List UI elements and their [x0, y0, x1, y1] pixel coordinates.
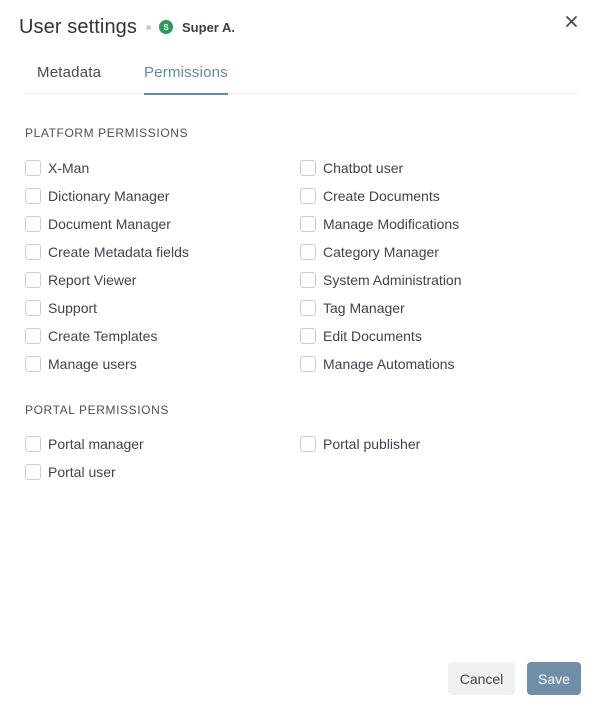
permission-checkbox[interactable]	[300, 356, 316, 372]
dialog-footer: Cancel Save	[448, 662, 581, 695]
permission-x-man[interactable]: X-Man	[25, 154, 89, 182]
permission-manage-users[interactable]: Manage users	[25, 350, 137, 378]
permission-row: Document Manager Manage Modifications	[25, 210, 585, 238]
permission-checkbox[interactable]	[300, 188, 316, 204]
permission-checkbox[interactable]	[25, 300, 41, 316]
platform-permissions-list: X-Man Chatbot user Dictionary Manager Creat…	[25, 154, 585, 378]
dialog-header: User settings S Super A.	[19, 13, 235, 41]
permission-label: Create Templates	[48, 328, 158, 344]
permission-label: Dictionary Manager	[48, 188, 170, 204]
permission-tag-manager[interactable]: Tag Manager	[300, 294, 405, 322]
permission-checkbox[interactable]	[25, 244, 41, 260]
permission-label: Create Documents	[323, 188, 440, 204]
permission-row: Dictionary Manager Create Documents	[25, 182, 585, 210]
permission-label: Manage users	[48, 356, 137, 372]
permission-checkbox[interactable]	[25, 328, 41, 344]
tab-permissions[interactable]: Permissions	[144, 64, 228, 95]
permission-checkbox[interactable]	[300, 216, 316, 232]
permission-row: Manage users Manage Automations	[25, 350, 585, 378]
permission-checkbox[interactable]	[300, 160, 316, 176]
permission-label: Create Metadata fields	[48, 244, 189, 260]
permission-row: Portal manager Portal publisher	[25, 430, 585, 458]
user-settings-dialog: User settings S Super A. Metadata Permis…	[0, 0, 604, 718]
portal-permissions-list: Portal manager Portal publisher Portal use…	[25, 430, 585, 486]
permission-row: Create Metadata fields Category Manager	[25, 238, 585, 266]
permission-create-metadata-fields[interactable]: Create Metadata fields	[25, 238, 189, 266]
tab-bar: Metadata Permissions	[24, 56, 578, 95]
permission-label: Document Manager	[48, 216, 171, 232]
permission-checkbox[interactable]	[25, 160, 41, 176]
permission-label: Portal user	[48, 464, 116, 480]
permission-manage-automations[interactable]: Manage Automations	[300, 350, 455, 378]
permission-edit-documents[interactable]: Edit Documents	[300, 322, 422, 350]
permission-checkbox[interactable]	[25, 216, 41, 232]
permission-row: Support Tag Manager	[25, 294, 585, 322]
permission-support[interactable]: Support	[25, 294, 97, 322]
permission-label: Tag Manager	[323, 300, 405, 316]
permission-row: X-Man Chatbot user	[25, 154, 585, 182]
permission-checkbox[interactable]	[25, 464, 41, 480]
permission-create-documents[interactable]: Create Documents	[300, 182, 440, 210]
permission-chatbot-user[interactable]: Chatbot user	[300, 154, 403, 182]
dialog-title: User settings	[19, 15, 138, 38]
save-button[interactable]: Save	[527, 662, 581, 695]
permission-document-manager[interactable]: Document Manager	[25, 210, 171, 238]
permission-label: System Administration	[323, 272, 462, 288]
permission-label: Edit Documents	[323, 328, 422, 344]
permission-label: Category Manager	[323, 244, 439, 260]
permission-portal-manager[interactable]: Portal manager	[25, 430, 144, 458]
permission-portal-publisher[interactable]: Portal publisher	[300, 430, 420, 458]
permission-portal-user[interactable]: Portal user	[25, 458, 116, 486]
close-icon[interactable]	[563, 13, 581, 31]
permission-label: Manage Modifications	[323, 216, 460, 232]
permission-row: Report Viewer System Administration	[25, 266, 585, 294]
permission-checkbox[interactable]	[25, 436, 41, 452]
platform-permissions-heading: PLATFORM PERMISSIONS	[25, 126, 189, 140]
user-name: Super A.	[182, 19, 235, 35]
permission-checkbox[interactable]	[300, 300, 316, 316]
permission-label: Report Viewer	[48, 272, 137, 288]
permission-label: Portal manager	[48, 436, 144, 452]
permission-system-administration[interactable]: System Administration	[300, 266, 462, 294]
permission-label: Chatbot user	[323, 160, 404, 176]
permission-label: Manage Automations	[323, 356, 455, 372]
permission-category-manager[interactable]: Category Manager	[300, 238, 439, 266]
permission-label: Support	[48, 300, 98, 316]
permission-checkbox[interactable]	[300, 272, 316, 288]
permission-row: Create Templates Edit Documents	[25, 322, 585, 350]
permission-row: Portal user	[25, 458, 585, 486]
permission-checkbox[interactable]	[25, 272, 41, 288]
tab-metadata[interactable]: Metadata	[37, 64, 101, 94]
permission-report-viewer[interactable]: Report Viewer	[25, 266, 136, 294]
separator-dot	[146, 24, 152, 30]
permission-manage-modifications[interactable]: Manage Modifications	[300, 210, 459, 238]
permission-create-templates[interactable]: Create Templates	[25, 322, 157, 350]
cancel-button[interactable]: Cancel	[448, 662, 515, 695]
permission-checkbox[interactable]	[25, 356, 41, 372]
avatar: S	[159, 20, 174, 34]
permission-checkbox[interactable]	[300, 244, 316, 260]
permission-checkbox[interactable]	[25, 188, 41, 204]
portal-permissions-heading: PORTAL PERMISSIONS	[25, 403, 169, 417]
permission-checkbox[interactable]	[300, 328, 316, 344]
permission-label: Portal publisher	[323, 436, 421, 452]
permission-checkbox[interactable]	[300, 436, 316, 452]
permission-dictionary-manager[interactable]: Dictionary Manager	[25, 182, 169, 210]
permission-label: X-Man	[48, 160, 90, 176]
